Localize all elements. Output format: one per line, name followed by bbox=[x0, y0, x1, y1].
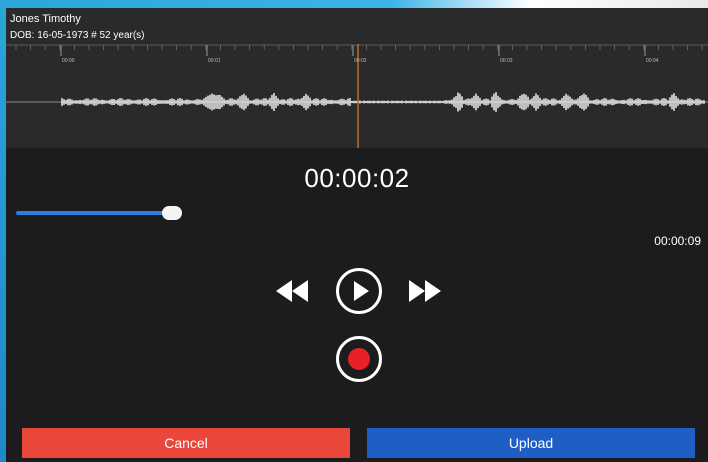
timeline-tick-label: 00:04 bbox=[646, 58, 659, 64]
upload-button[interactable]: Upload bbox=[367, 428, 695, 458]
rewind-button[interactable] bbox=[274, 274, 312, 308]
waveform-header: Jones Timothy DOB: 16-05-1973 # 52 year(… bbox=[6, 8, 708, 148]
record-button[interactable] bbox=[334, 334, 384, 384]
patient-name: Jones Timothy bbox=[10, 13, 81, 25]
play-icon bbox=[336, 268, 382, 314]
rewind-icon bbox=[276, 280, 308, 302]
slider-thumb[interactable] bbox=[162, 206, 182, 220]
waveform[interactable]: 00:00 00:01 00:02 00:03 00:04 bbox=[6, 44, 708, 148]
background-accent bbox=[0, 0, 708, 8]
patient-dob: DOB: 16-05-1973 # 52 year(s) bbox=[10, 30, 145, 41]
current-time: 00:00:02 bbox=[304, 163, 410, 193]
total-duration: 00:00:09 bbox=[654, 234, 701, 248]
slider-track bbox=[16, 211, 168, 215]
play-button[interactable] bbox=[334, 266, 384, 316]
timeline-tick-label: 00:00 bbox=[62, 58, 75, 64]
recorder-panel: Jones Timothy DOB: 16-05-1973 # 52 year(… bbox=[6, 8, 708, 462]
fast-forward-button[interactable] bbox=[405, 274, 443, 308]
record-icon bbox=[336, 336, 382, 382]
timeline-tick-label: 00:01 bbox=[208, 58, 221, 64]
cancel-button[interactable]: Cancel bbox=[22, 428, 350, 458]
timeline-tick-label: 00:02 bbox=[354, 58, 367, 64]
timeline-tick-label: 00:03 bbox=[500, 58, 513, 64]
fast-forward-icon bbox=[409, 280, 441, 302]
progress-slider[interactable] bbox=[16, 206, 182, 220]
